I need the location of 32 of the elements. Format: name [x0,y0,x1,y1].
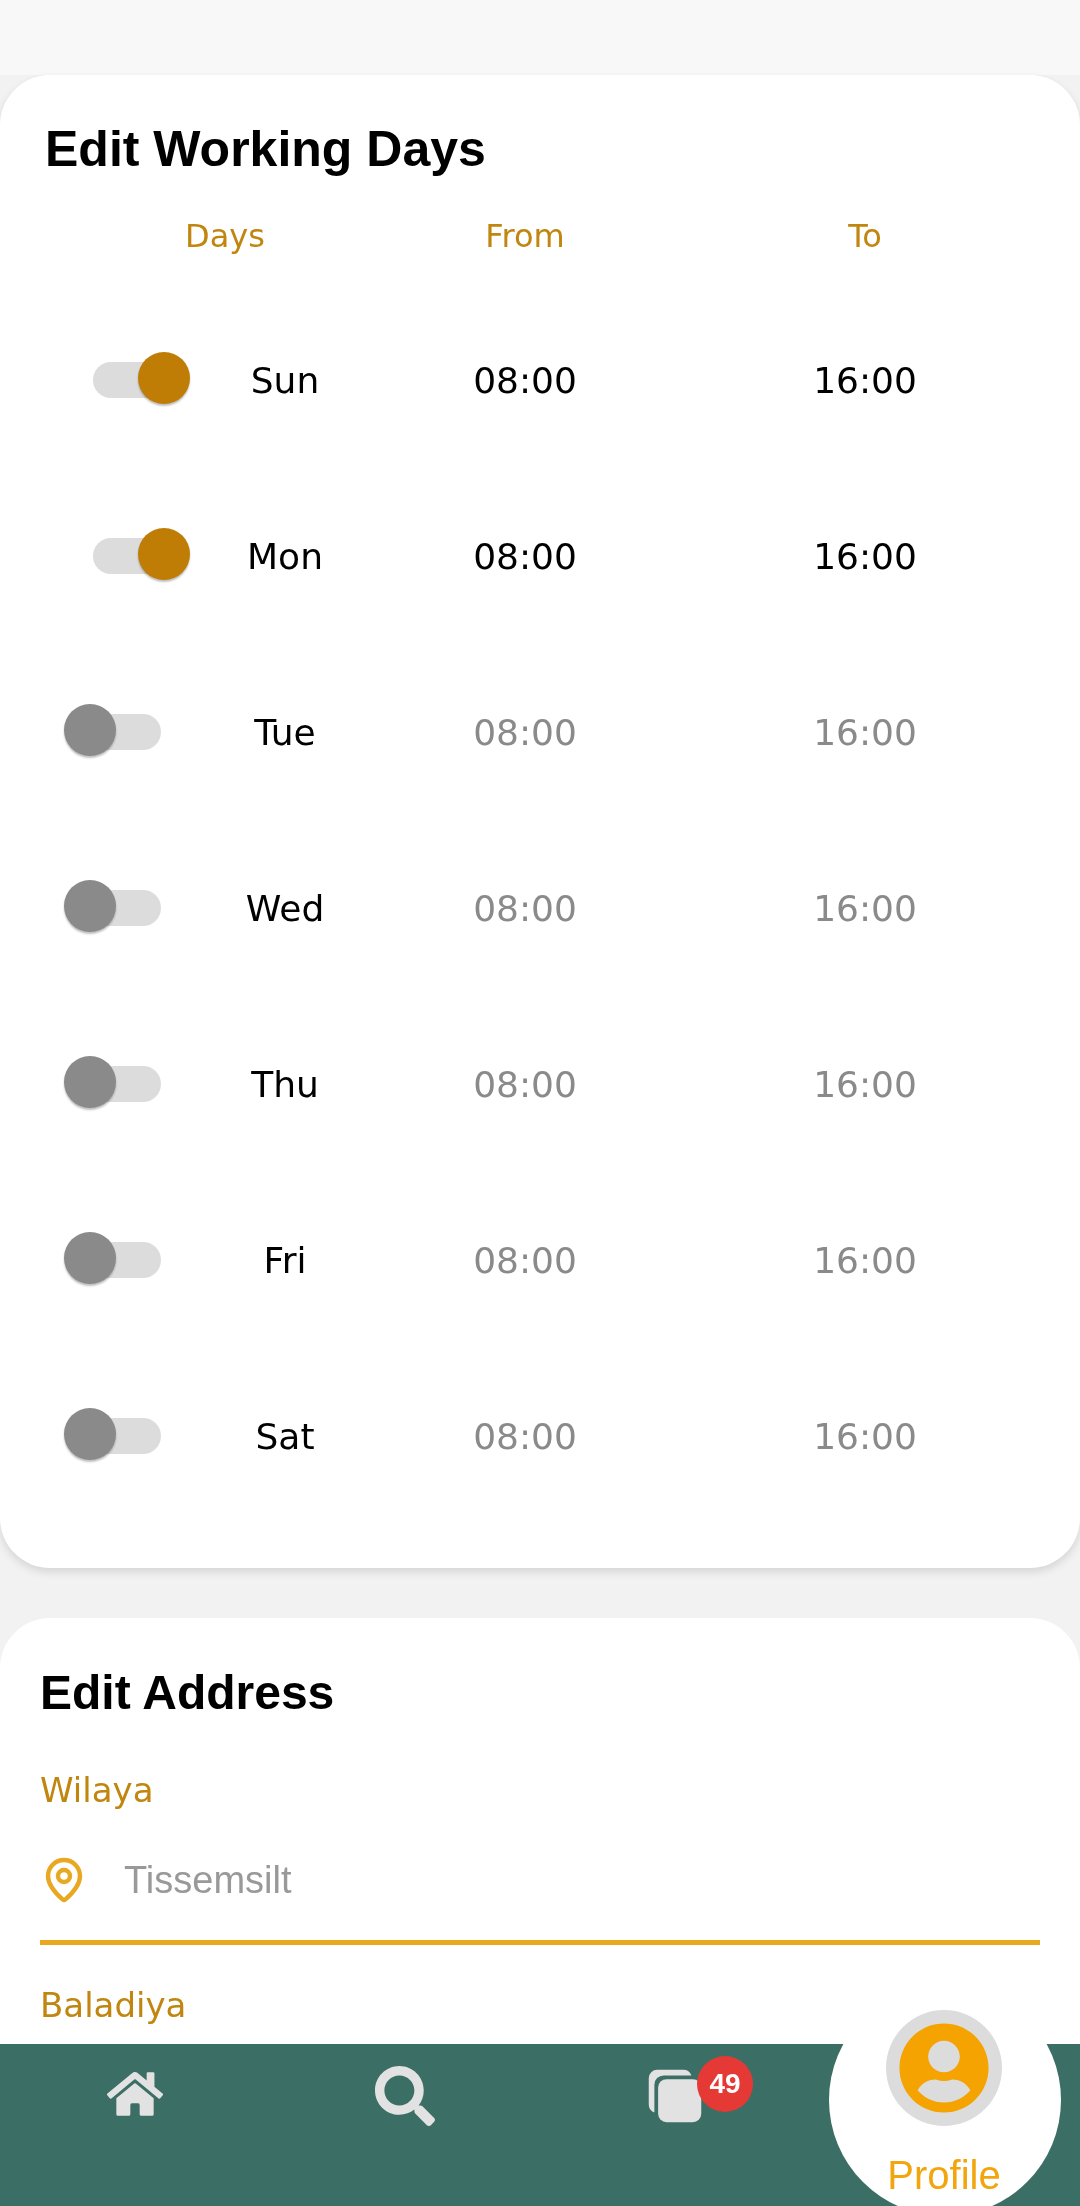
to-time[interactable]: 16:00 [690,1239,1040,1281]
day-label: Sat [254,1415,316,1457]
from-time[interactable]: 08:00 [360,1063,690,1105]
section-title: Edit Working Days [45,120,487,179]
profile-label[interactable]: Profile [886,2153,1002,2198]
from-time[interactable]: 08:00 [360,1239,690,1281]
day-label: Mon [246,535,324,577]
day-label: Sun [249,359,321,401]
from-time[interactable]: 08:00 [360,711,690,753]
to-time[interactable]: 16:00 [690,535,1040,577]
from-time[interactable]: 08:00 [360,535,690,577]
field-label: Baladiya [40,1985,188,2025]
to-time[interactable]: 16:00 [690,1063,1040,1105]
day-label: Tue [253,711,317,753]
day-label: Fri [262,1239,308,1281]
from-time[interactable]: 08:00 [360,359,690,401]
column-header: Days [184,216,266,255]
to-time[interactable]: 16:00 [690,359,1040,401]
section-title: Edit Address [40,1665,336,1721]
to-time[interactable]: 16:00 [690,1415,1040,1457]
field-label: Wilaya [40,1770,155,1810]
to-time[interactable]: 16:00 [690,711,1040,753]
from-time[interactable]: 08:00 [360,1415,690,1457]
column-header: From [484,216,566,255]
wilaya-field[interactable]: Tissemsilt [40,1820,1040,1945]
search-tab[interactable] [375,2066,435,2126]
day-label: Thu [250,1063,320,1105]
from-time[interactable]: 08:00 [360,887,690,929]
column-header: To [847,216,883,255]
count-badge: 49 [697,2056,753,2112]
to-time[interactable]: 16:00 [690,887,1040,929]
day-label: Wed [244,887,326,929]
